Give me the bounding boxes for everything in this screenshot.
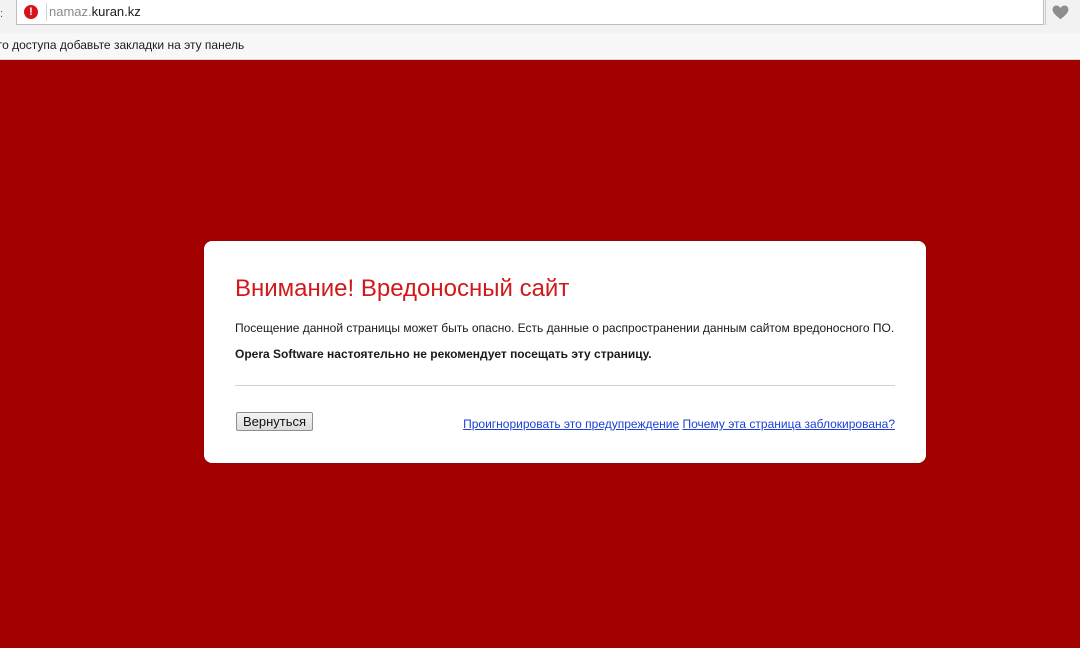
url-subdomain: namaz. [49, 4, 92, 19]
security-warning-icon[interactable]: ! [24, 5, 38, 19]
dialog-divider [235, 385, 895, 386]
bookmarks-bar: го доступа добавьте закладки на эту пане… [0, 33, 1080, 60]
bookmarks-hint: го доступа добавьте закладки на эту пане… [0, 38, 245, 52]
menu-icon[interactable]: : [0, 8, 6, 20]
address-bar[interactable]: ! namaz.kuran.kz [16, 0, 1044, 25]
warning-recommendation: Opera Software настоятельно не рекоменду… [235, 347, 652, 361]
heart-icon [1052, 5, 1069, 20]
bookmark-heart-button[interactable] [1045, 0, 1075, 25]
url-text[interactable]: namaz.kuran.kz [49, 4, 141, 20]
malware-warning-page: Внимание! Вредоносный сайт Посещение дан… [0, 60, 1080, 648]
ignore-warning-link[interactable]: Проигнорировать это предупреждение [463, 417, 679, 431]
warning-title: Внимание! Вредоносный сайт [235, 275, 570, 302]
warning-dialog: Внимание! Вредоносный сайт Посещение дан… [204, 241, 926, 463]
address-separator [46, 3, 47, 21]
back-button[interactable]: Вернуться [236, 412, 314, 431]
dialog-links: Проигнорировать это предупреждение Почем… [463, 417, 895, 432]
warning-description: Посещение данной страницы может быть опа… [235, 321, 895, 335]
url-host: kuran.kz [91, 4, 141, 19]
browser-toolbar: : ! namaz.kuran.kz [0, 0, 1080, 33]
why-blocked-link[interactable]: Почему эта страница заблокирована? [683, 417, 895, 431]
